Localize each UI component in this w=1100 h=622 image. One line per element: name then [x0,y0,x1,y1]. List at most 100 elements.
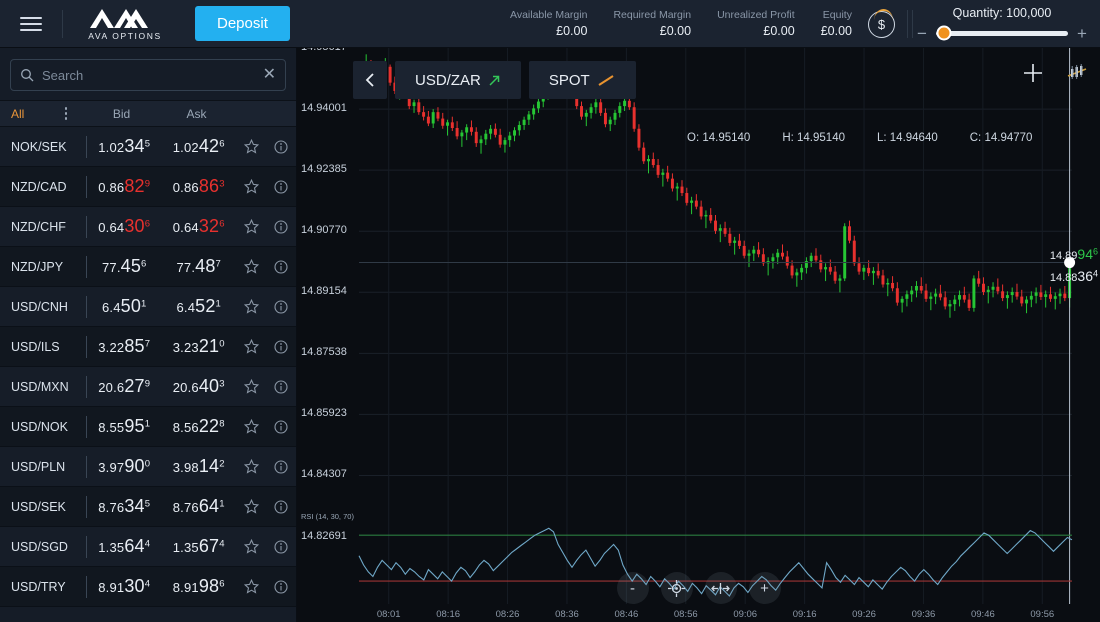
ask-price[interactable]: 8.76641 [162,496,237,517]
info-icon[interactable] [266,299,296,314]
instrument-row-usd-pln[interactable]: USD/PLN 3.97900 3.98142 [0,447,296,487]
instrument-list-header: All Bid Ask [0,100,296,127]
ask-price[interactable]: 8.91986 [162,576,237,597]
close-icon[interactable]: ✕ [263,67,276,83]
instrument-row-usd-nok[interactable]: USD/NOK 8.55951 8.56228 [0,407,296,447]
instrument-row-nzd-chf[interactable]: NZD/CHF 0.64306 0.64326 [0,207,296,247]
ask-price[interactable]: 0.64326 [162,216,237,237]
instrument-row-usd-cnh[interactable]: USD/CNH 6.4501 6.4521 [0,287,296,327]
filter-tab-all[interactable]: All [0,107,48,121]
deposit-button[interactable]: Deposit [195,6,290,41]
instrument-row-usd-ils[interactable]: USD/ILS 3.22857 3.23210 [0,327,296,367]
instrument-row-nzd-jpy[interactable]: NZD/JPY 77.456 77.487 [0,247,296,287]
quantity-slider-handle[interactable] [936,25,952,41]
time-axis-tick: 08:26 [495,609,520,620]
price-digits: 30 [124,216,145,236]
instrument-row-usd-sgd[interactable]: USD/SGD 1.35644 1.35674 [0,527,296,567]
ask-price[interactable]: 3.98142 [162,456,237,477]
star-icon[interactable] [236,379,266,394]
star-icon[interactable] [236,299,266,314]
ask-price[interactable]: 0.86863 [162,176,237,197]
bid-price[interactable]: 1.02345 [87,136,162,157]
logo-text: AVA OPTIONS [88,30,162,41]
star-icon[interactable] [236,499,266,514]
ask-price[interactable]: 3.23210 [162,336,237,357]
time-axis-tick: 08:01 [376,609,401,620]
star-icon[interactable] [236,459,266,474]
instrument-row-usd-mxn[interactable]: USD/MXN 20.6279 20.6403 [0,367,296,407]
info-icon[interactable] [266,139,296,154]
bid-price[interactable]: 6.4501 [87,296,162,317]
star-icon[interactable] [236,139,266,154]
bid-price[interactable]: 3.97900 [87,456,162,477]
price-base: 8.91 [98,580,125,595]
star-icon[interactable] [236,179,266,194]
search-area: ✕ [0,48,296,100]
info-icon[interactable] [266,379,296,394]
price-base: 3.23 [172,340,199,355]
instrument-row-usd-sek[interactable]: USD/SEK 8.76345 8.76641 [0,487,296,527]
quantity-slider[interactable] [936,25,1068,41]
price-digits: 95 [124,416,145,436]
chevron-left-icon[interactable] [353,61,387,99]
ask-price[interactable]: 1.35674 [162,536,237,557]
ask-price[interactable]: 20.6403 [162,376,237,397]
bid-price[interactable]: 8.55951 [87,416,162,437]
quantity-decrease-button[interactable]: − [916,25,928,42]
price-chart[interactable]: 14.9561714.9400114.9238514.9077014.89154… [297,48,1100,622]
bid-price[interactable]: 0.86829 [87,176,162,197]
ask-price[interactable]: 77.487 [162,256,237,277]
chart-mode-selector[interactable]: SPOT [528,61,636,99]
instrument-symbol: USD/NOK [11,419,68,434]
bid-price[interactable]: 0.64306 [87,216,162,237]
bid-price[interactable]: 3.22857 [87,336,162,357]
bid-price[interactable]: 77.456 [87,256,162,277]
instrument-row-usd-try[interactable]: USD/TRY 8.91304 8.91986 [0,567,296,607]
info-icon[interactable] [266,539,296,554]
metric-unrealized-profit: Unrealized Profit £0.00 [717,9,795,38]
instrument-row-nok-sek[interactable]: NOK/SEK 1.02345 1.02426 [0,127,296,167]
info-icon[interactable] [266,579,296,594]
bid-price[interactable]: 20.6279 [87,376,162,397]
star-icon[interactable] [236,339,266,354]
bid-price[interactable]: 8.91304 [87,576,162,597]
info-icon[interactable] [266,219,296,234]
search-input[interactable] [42,67,255,83]
info-icon[interactable] [266,499,296,514]
fit-width-button[interactable] [704,572,737,604]
info-icon[interactable] [266,179,296,194]
instrument-row-nzd-cad[interactable]: NZD/CAD 0.86829 0.86863 [0,167,296,207]
search-box[interactable]: ✕ [10,59,286,91]
ask-price[interactable]: 6.4521 [162,296,237,317]
zoom-out-button[interactable]: - [616,572,649,604]
instrument-symbol: NZD/JPY [11,259,64,274]
chart-zoom-controls: - + [616,572,781,604]
ask-price[interactable]: 1.02426 [162,136,237,157]
overflow-menu-icon[interactable] [48,107,84,120]
time-axis-tick: 09:46 [970,609,995,620]
info-icon[interactable] [266,459,296,474]
price-pip: 6 [141,258,147,270]
info-icon[interactable] [266,259,296,274]
dollar-circle-icon[interactable]: $ [868,9,895,38]
price-digits: 32 [198,216,220,236]
indicator-settings-icon[interactable] [1066,62,1088,84]
quantity-increase-button[interactable]: + [1076,25,1088,42]
star-icon[interactable] [236,419,266,434]
star-icon[interactable] [236,539,266,554]
star-icon[interactable] [236,579,266,594]
star-icon[interactable] [236,219,266,234]
reset-crosshair-button[interactable] [660,572,693,604]
hamburger-menu-icon[interactable] [0,0,62,47]
instrument-selector[interactable]: USD/ZAR [395,61,521,99]
bid-price-tag: 14.89946 [1050,246,1098,262]
account-metrics: Available Margin £0.00 Required Margin £… [510,0,852,47]
info-icon[interactable] [266,339,296,354]
star-icon[interactable] [236,259,266,274]
ask-price[interactable]: 8.56228 [162,416,237,437]
zoom-in-button[interactable]: + [748,572,781,604]
bid-price[interactable]: 1.35644 [87,536,162,557]
info-icon[interactable] [266,419,296,434]
bid-price[interactable]: 8.76345 [87,496,162,517]
add-indicator-icon[interactable] [1022,62,1044,84]
